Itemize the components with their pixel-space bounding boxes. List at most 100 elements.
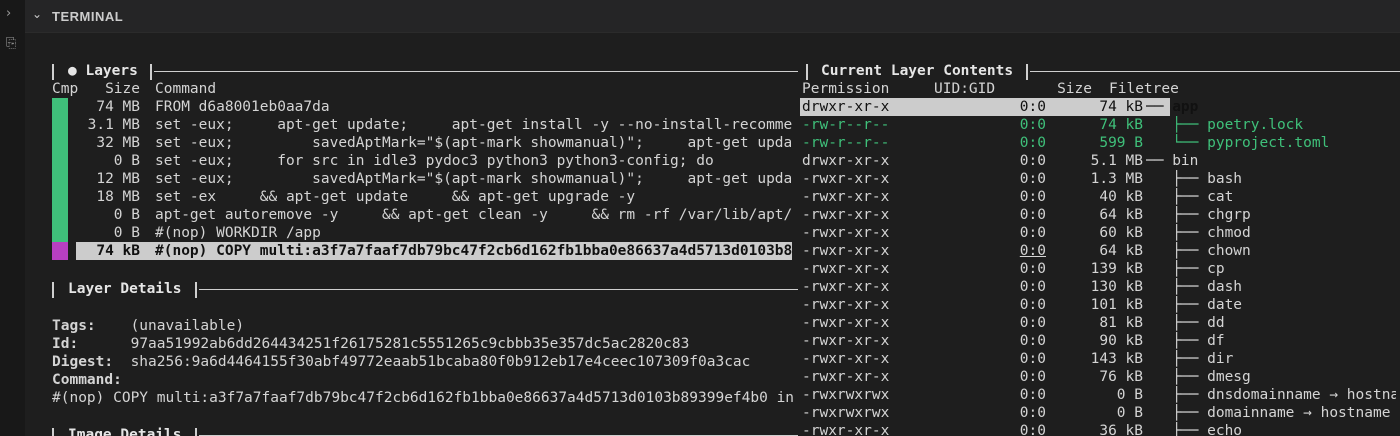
command-value: #(nop) COPY multi:a3f7a7faaf7db79bc47f2c… [52,390,795,406]
layer-details-title: Layer Details [68,281,182,297]
panel-header: ⌄ TERMINAL [25,0,1400,33]
permission: -rwxr-xr-x [802,261,890,277]
file-size: 81 kB [1099,315,1143,331]
filetree-row[interactable]: drwxr-xr-x 0:0 74 kB ── app [800,98,1400,116]
tree-node: ├── domainname → hostname [1146,405,1391,421]
digest-label: Digest: [52,354,114,370]
permission: -rwxr-xr-x [802,207,890,223]
filetree-row[interactable]: -rwxr-xr-x 0:0 139 kB ├── cp [800,260,1400,278]
permission: -rwxr-xr-x [802,333,890,349]
tree-node: ├── chown [1146,243,1251,259]
filetree-row[interactable]: -rwxr-xr-x 0:0 90 kB ├── df [800,332,1400,350]
layer-size: 18 MB [96,189,140,205]
layer-row[interactable]: 3.1 MB set -eux; apt-get update; apt-get … [50,116,792,134]
tree-node: ├── df [1146,333,1225,349]
uid-gid: 0:0 [1019,135,1046,151]
cmp-indicator [52,206,68,224]
permission: -rwxr-xr-x [802,171,890,187]
file-size: 36 kB [1099,423,1143,436]
file-size: 143 kB [1090,351,1143,367]
file-size: 74 kB [1099,117,1143,133]
uid-gid: 0:0 [1019,171,1046,187]
tree-node: ├── dd [1146,315,1225,331]
tags-label: Tags: [52,318,96,334]
filetree-header: Filetree [1109,81,1179,97]
layer-command: #(nop) WORKDIR /app [155,225,321,241]
layer-row[interactable]: 0 B set -eux; for src in idle3 pydoc3 pyt… [50,152,792,170]
file-size: 64 kB [1099,207,1143,223]
tree-node: ├── dir [1146,351,1234,367]
layer-row[interactable]: 32 MB set -eux; savedAptMark="$(apt-mark … [50,134,792,152]
filetree-row[interactable]: -rwxr-xr-x 0:0 81 kB ├── dd [800,314,1400,332]
permission: -rwxr-xr-x [802,243,890,259]
filetree-row[interactable]: drwxr-xr-x 0:0 5.1 MB ── bin [800,152,1400,170]
filetree-row[interactable]: -rwxr-xr-x 0:0 143 kB ├── dir [800,350,1400,368]
terminal-view[interactable]: ● Layers Cmp Size Command 74 MB FROM d6a8… [50,62,1400,436]
file-size: 64 kB [1099,243,1143,259]
layers-title: ● Layers [68,63,138,79]
permission-header: Permission [802,81,890,97]
uid-gid: 0:0 [1019,315,1046,331]
panel-title[interactable]: TERMINAL [52,9,123,24]
filetree-row[interactable]: -rwxr-xr-x 0:0 101 kB ├── date [800,296,1400,314]
uid-gid: 0:0 [1019,387,1046,403]
uid-gid: 0:0 [1019,99,1046,115]
uid-gid: 0:0 [1019,117,1046,133]
layer-command: set -eux; savedAptMark="$(apt-mark showm… [155,135,793,151]
uid-gid: 0:0 [1019,207,1046,223]
image-details-title: Image Details [68,427,182,436]
filetree-row[interactable]: -rwxr-xr-x 0:0 36 kB ├── echo [800,422,1400,436]
filetree-row[interactable]: -rwxr-xr-x 0:0 130 kB ├── dash [800,278,1400,296]
contents-title: Current Layer Contents [821,63,1014,79]
layer-row[interactable]: 74 MB FROM d6a8001eb0aa7da [50,98,792,116]
filetree-row[interactable]: -rwxr-xr-x 0:0 1.3 MB ├── bash [800,170,1400,188]
file-size: 90 kB [1099,333,1143,349]
filetree-row[interactable]: -rwxr-xr-x 0:0 40 kB ├── cat [800,188,1400,206]
uid-gid: 0:0 [1019,189,1046,205]
chevron-right-icon[interactable]: › [6,6,11,21]
file-size: 74 kB [1099,99,1143,115]
cmp-indicator [52,224,68,242]
layer-size: 74 MB [96,99,140,115]
filetree-row[interactable]: -rwxr-xr-x 0:0 64 kB ├── chgrp [800,206,1400,224]
layer-row[interactable]: 18 MB set -ex && apt-get update && apt-ge… [50,188,792,206]
digest-value: sha256:9a6d4464155f30abf49772eaab51bcaba… [130,354,751,370]
digest-row: Digest: sha256:9a6d4464155f30abf49772eaa… [52,353,750,371]
layer-row[interactable]: 0 B #(nop) WORKDIR /app [50,224,792,242]
layer-row[interactable]: 0 B apt-get autoremove -y && apt-get clea… [50,206,792,224]
layer-command: FROM d6a8001eb0aa7da [155,99,330,115]
uid-gid: 0:0 [1019,351,1046,367]
uid-gid: 0:0 [1019,279,1046,295]
permission: -rw-r--r-- [802,117,890,133]
terminal-icon[interactable]: ⎘ [6,36,16,51]
uid-gid: 0:0 [1019,405,1046,421]
layer-row[interactable]: 74 kB #(nop) COPY multi:a3f7a7faaf7db79bc… [50,242,792,260]
id-value: 97aa51992ab6dd264434251f26175281c5551265… [130,336,690,352]
filetree-row[interactable]: -rwxr-xr-x 0:0 60 kB ├── chmod [800,224,1400,242]
file-size: 0 B [1116,387,1143,403]
tree-node: ── bin [1146,153,1199,169]
file-size: 60 kB [1099,225,1143,241]
cmp-indicator [52,134,68,152]
filetree-row[interactable]: -rwxrwxrwx 0:0 0 B ├── domainname → hostna… [800,404,1400,422]
filetree-row[interactable]: -rwxr-xr-x 0:0 64 kB ├── chown [800,242,1400,260]
permission: drwxr-xr-x [802,153,890,169]
permission: -rwxr-xr-x [802,369,890,385]
tree-node: ├── dmesg [1146,369,1251,385]
id-label: Id: [52,336,79,352]
permission: drwxr-xr-x [802,99,890,115]
permission: -rwxr-xr-x [802,189,890,205]
layer-command: set -eux; apt-get update; apt-get instal… [155,117,793,133]
file-size: 101 kB [1090,297,1143,313]
layer-command: set -eux; savedAptMark="$(apt-mark showm… [155,171,793,187]
chevron-down-icon[interactable]: ⌄ [32,7,42,21]
filetree-row[interactable]: -rwxr-xr-x 0:0 76 kB ├── dmesg [800,368,1400,386]
filetree-row[interactable]: -rwxrwxrwx 0:0 0 B ├── dnsdomainname → hos… [800,386,1400,404]
tree-node: ├── chmod [1146,225,1251,241]
filetree-row[interactable]: -rw-r--r-- 0:0 74 kB ├── poetry.lock [800,116,1400,134]
filetree-row[interactable]: -rw-r--r-- 0:0 599 B └── pyproject.toml [800,134,1400,152]
layer-row[interactable]: 12 MB set -eux; savedAptMark="$(apt-mark … [50,170,792,188]
layer-size: 32 MB [96,135,140,151]
layer-size: 0 B [113,153,140,169]
tree-node: ├── echo [1146,423,1243,436]
